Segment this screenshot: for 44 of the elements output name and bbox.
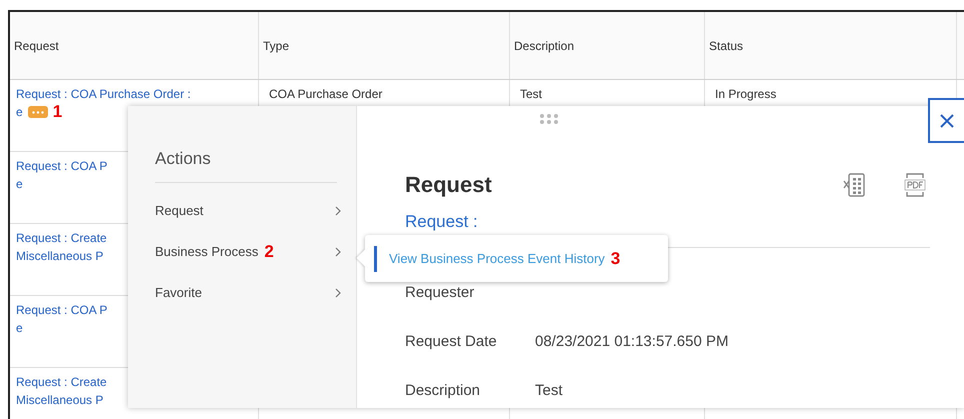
pdf-export-icon[interactable]	[904, 172, 926, 198]
request-link[interactable]: Request : COA Purchase Order :	[16, 85, 191, 103]
status-text: In Progress	[715, 86, 776, 103]
link-continuation[interactable]: Miscellaneous P	[16, 247, 104, 265]
type-text: COA Purchase Order	[269, 86, 382, 103]
field-label: Requester	[405, 283, 476, 304]
menu-item[interactable]: Request	[155, 200, 341, 222]
menu-item-label: Favorite	[155, 284, 202, 302]
field-label: Description	[405, 381, 482, 402]
request-link[interactable]: Request : COA P	[16, 301, 108, 319]
menu-title: Actions	[155, 146, 337, 182]
column-header: Status	[705, 12, 957, 79]
menu-item-label: Business Process	[155, 243, 258, 262]
details-subtitle-link[interactable]: Request :	[405, 209, 478, 234]
menu-item-label: Request	[155, 202, 204, 220]
menu-item[interactable]: Favorite	[155, 282, 341, 304]
column-header: Request	[10, 12, 259, 79]
link-continuation[interactable]: e	[16, 319, 23, 337]
link-continuation[interactable]: Miscellaneous P	[16, 391, 104, 409]
column-header: Type	[259, 12, 510, 79]
menu-item[interactable]: Business Process 2	[155, 242, 341, 262]
field-label: Request Date	[405, 332, 498, 352]
column-header: Description	[510, 12, 705, 79]
chevron-right-icon	[335, 288, 341, 298]
link-continuation[interactable]: e	[16, 175, 23, 193]
drag-handle-icon	[539, 113, 559, 125]
close-button[interactable]	[928, 98, 964, 143]
chevron-right-icon	[335, 206, 341, 216]
submenu-link[interactable]: View Business Process Event History	[389, 248, 605, 268]
request-link[interactable]: Request : Create	[16, 229, 107, 247]
related-actions-button[interactable]	[28, 106, 48, 118]
request-link[interactable]: Request : COA P	[16, 157, 108, 175]
link-continuation[interactable]: e	[16, 103, 23, 121]
request-link[interactable]: Request : Create	[16, 373, 107, 391]
chevron-right-icon	[335, 247, 341, 257]
annotation-number: 2	[264, 241, 274, 264]
field-value: 08/23/2021 01:13:57.650 PM	[535, 332, 728, 352]
annotation-number: 3	[610, 248, 620, 270]
annotation-number: 1	[52, 103, 62, 121]
description-text: Test	[520, 86, 542, 103]
field-value: Test	[535, 381, 563, 402]
close-icon	[940, 114, 954, 128]
details-title: Request	[405, 171, 492, 199]
ellipsis-icon	[32, 110, 44, 114]
